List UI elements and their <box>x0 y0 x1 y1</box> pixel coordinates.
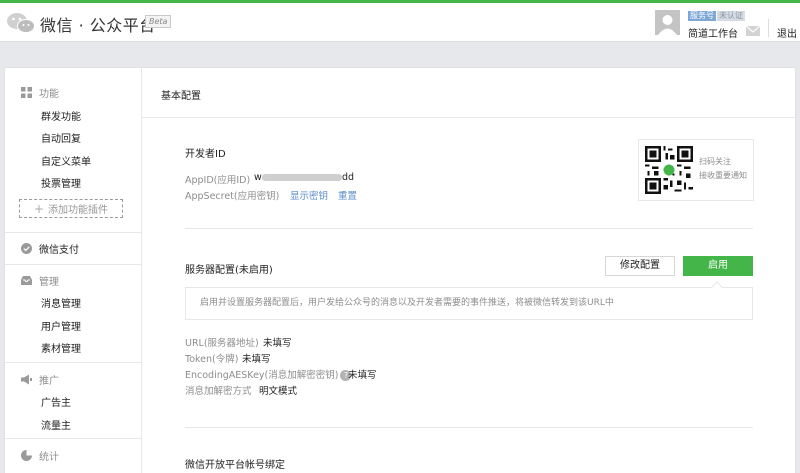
sidebar-item-vote-manage[interactable]: 投票管理 <box>41 175 81 190</box>
sidebar-divider <box>5 232 141 233</box>
plus-icon: + <box>33 202 45 216</box>
content-card: 功能 群发功能 自动回复 自定义菜单 投票管理 + 添加功能插件 微信支付 管理 … <box>4 67 796 473</box>
main-panel: 基本配置 开发者ID AppID(应用ID) w dd AppSecret(应用… <box>142 68 795 473</box>
sidebar-item-mass-send[interactable]: 群发功能 <box>41 108 81 123</box>
avatar[interactable] <box>655 10 680 35</box>
sidebar-item-messages[interactable]: 消息管理 <box>41 295 81 310</box>
encrypt-mode-value: 明文模式 <box>259 386 298 397</box>
account-name[interactable]: 简道工作台 <box>688 25 738 40</box>
sidebar-divider <box>5 438 141 439</box>
sidebar-item-materials[interactable]: 素材管理 <box>41 340 81 355</box>
show-secret-link[interactable]: 显示密钥 <box>290 188 328 202</box>
title-divider <box>142 117 795 118</box>
server-notice: 启用并设置服务器配置后，用户发给公众号的消息以及开发者需要的事件推送，将被微信转… <box>185 287 753 320</box>
pie-chart-icon <box>21 450 32 461</box>
page-title: 基本配置 <box>161 91 201 102</box>
user-icon <box>658 15 677 35</box>
sidebar-section-stats: 统计 <box>21 448 59 463</box>
grid-icon <box>21 87 32 98</box>
qr-caption-line1: 扫码关注 <box>699 157 731 166</box>
platform-title[interactable]: 微信 · 公众平台 <box>40 12 156 36</box>
account-type-badge: 服务号 <box>688 11 716 21</box>
mail-icon[interactable] <box>746 26 760 36</box>
sidebar-item-advertiser[interactable]: 广告主 <box>41 394 71 409</box>
top-header: 微信 · 公众平台 Beta 服务号 未认证 简道工作台 退出 <box>0 3 800 42</box>
appid-value-suffix: dd <box>342 172 355 183</box>
inbox-icon <box>21 276 32 285</box>
header-divider <box>768 19 769 37</box>
sidebar-item-users[interactable]: 用户管理 <box>41 318 81 333</box>
sidebar-item-custom-menu[interactable]: 自定义菜单 <box>41 153 91 168</box>
aes-key-label: EncodingAESKey(消息加解密密钥)? <box>185 367 352 381</box>
server-config-title: 服务器配置(未启用) <box>185 265 273 276</box>
reset-secret-link[interactable]: 重置 <box>338 188 357 202</box>
url-label: URL(服务器地址) <box>185 338 259 349</box>
appid-redacted <box>262 174 342 181</box>
open-platform-title: 微信开放平台帐号绑定 <box>185 460 285 471</box>
sidebar-section-promote: 推广 <box>21 372 59 387</box>
verify-status-badge: 未认证 <box>717 11 745 21</box>
appid-label: AppID(应用ID) <box>185 175 251 186</box>
section-divider <box>185 228 753 229</box>
sidebar-item-auto-reply[interactable]: 自动回复 <box>41 130 81 145</box>
aes-key-value: 未填写 <box>348 370 377 381</box>
sidebar-section-function: 功能 <box>21 85 59 100</box>
sidebar-item-wechat-pay[interactable]: 微信支付 <box>21 241 79 256</box>
qr-caption-line2: 接收重要通知 <box>699 171 747 180</box>
sidebar: 功能 群发功能 自动回复 自定义菜单 投票管理 + 添加功能插件 微信支付 管理 … <box>5 68 142 473</box>
developer-id-title: 开发者ID <box>185 149 226 160</box>
section-divider <box>185 427 753 428</box>
token-value: 未填写 <box>242 354 271 365</box>
add-plugin-button[interactable]: + 添加功能插件 <box>19 199 123 218</box>
qr-code-box: 扫码关注 接收重要通知 <box>638 139 754 201</box>
sidebar-item-traffic-owner[interactable]: 流量主 <box>41 417 71 432</box>
encrypt-mode-label: 消息加解密方式 <box>185 386 252 397</box>
wechat-pay-icon <box>21 243 32 254</box>
url-value: 未填写 <box>263 338 292 349</box>
token-label: Token(令牌) <box>185 354 239 365</box>
logout-link[interactable]: 退出 <box>777 25 797 40</box>
sidebar-section-manage: 管理 <box>21 273 59 288</box>
sidebar-divider <box>5 264 141 265</box>
enable-button[interactable]: 启用 <box>683 256 753 276</box>
edit-config-button[interactable]: 修改配置 <box>605 256 675 276</box>
beta-badge: Beta <box>145 15 172 28</box>
wechat-logo-icon <box>7 13 35 33</box>
megaphone-icon <box>21 374 32 385</box>
sidebar-divider <box>5 362 141 363</box>
appid-value-prefix: w <box>254 172 262 183</box>
qr-code-icon <box>645 146 693 194</box>
appsecret-label: AppSecret(应用密钥) <box>185 191 280 202</box>
